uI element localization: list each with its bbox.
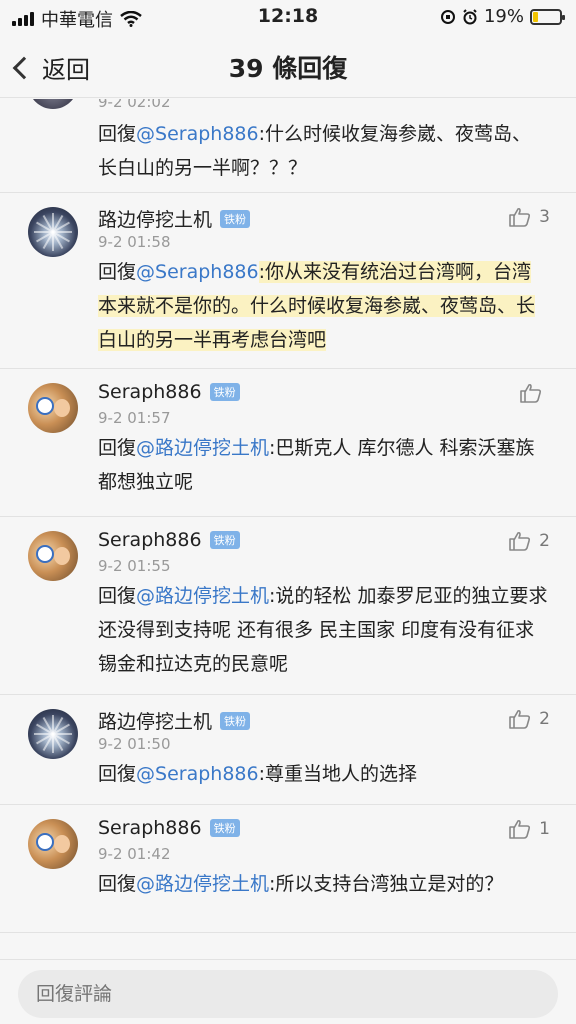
reply-text: 回復@路边停挖土机:巴斯克人 库尔德人 科索沃塞族 都想独立呢 [98, 431, 548, 499]
thumbs-up-icon [509, 709, 531, 729]
fan-badge: 铁粉 [209, 819, 240, 837]
like-count: 3 [539, 207, 550, 227]
reply-input[interactable] [18, 970, 558, 1018]
battery-icon [530, 8, 565, 25]
like-button[interactable]: 3 [509, 207, 550, 227]
list-item[interactable]: Seraph886 铁粉 9-2 01:55 2 回復@路边停挖土机:说的轻松 加泰罗尼… [0, 517, 576, 695]
reply-time: 9-2 01:57 [98, 409, 171, 427]
fan-badge: 铁粉 [220, 209, 251, 228]
username[interactable]: Seraph886 [98, 381, 202, 403]
reply-time: 9-2 01:58 [98, 233, 171, 251]
nav-bar: 返回 39 條回復 [0, 32, 576, 98]
reply-text: 回復@Seraph886:什么时候收复海参崴、夜莺岛、长白山的另一半啊？？？ [98, 117, 548, 185]
reply-content: :所以支持台湾独立是对的？ [269, 873, 504, 895]
list-item[interactable]: 路边停挖土机 铁粉 9-2 01:50 2 回復@Seraph886:尊重当地人的选择 [0, 695, 576, 805]
username[interactable]: Seraph886 [98, 529, 202, 551]
mention-link[interactable]: @路边停挖土机 [136, 873, 269, 895]
avatar[interactable] [28, 531, 78, 581]
like-count: 2 [539, 709, 550, 729]
like-button[interactable] [520, 383, 550, 403]
reply-prefix: 回復 [98, 873, 137, 895]
avatar[interactable] [28, 383, 78, 433]
mention-link[interactable]: @Seraph886 [136, 123, 259, 145]
reply-prefix: 回復 [98, 261, 137, 283]
avatar[interactable] [28, 207, 78, 257]
reply-bar [0, 959, 576, 1024]
fan-badge: 铁粉 [209, 531, 240, 549]
status-bar: 中華電信 12:18 19% [0, 0, 576, 32]
battery-percent: 19% [483, 6, 524, 27]
list-item[interactable]: Seraph886 铁粉 9-2 01:42 1 回復@路边停挖土机:所以支持台湾独立是… [0, 805, 576, 933]
list-item[interactable]: 路边停挖土机 铁粉 9-2 01:58 3 回復@Seraph886:你从来没有统治过台… [0, 193, 576, 369]
like-button[interactable]: 2 [509, 709, 550, 729]
reply-time: 9-2 01:55 [98, 557, 171, 575]
reply-prefix: 回復 [98, 123, 137, 145]
avatar[interactable] [28, 819, 78, 869]
list-item[interactable]: Seraph886 铁粉 9-2 01:57 回復@路边停挖土机:巴斯克人 库尔德人 … [0, 369, 576, 517]
reply-text: 回復@Seraph886:你从来没有统治过台湾啊，台湾本来就不是你的。什么时候收… [98, 255, 548, 357]
mention-link[interactable]: @Seraph886 [136, 763, 259, 785]
fan-badge: 铁粉 [209, 383, 240, 401]
reply-prefix: 回復 [98, 763, 137, 785]
like-button[interactable]: 1 [509, 819, 550, 839]
username[interactable]: Seraph886 [98, 817, 202, 839]
reply-prefix: 回復 [98, 585, 137, 607]
reply-header: 路边停挖土机 铁粉 [98, 707, 251, 734]
screen-lock-icon [440, 9, 455, 24]
thumbs-up-icon [509, 531, 531, 551]
avatar[interactable] [28, 99, 78, 109]
list-item[interactable]: 9-2 02:02 回復@Seraph886:什么时候收复海参崴、夜莺岛、长白山… [0, 99, 576, 193]
mention-link[interactable]: @路边停挖土机 [136, 585, 269, 607]
reply-text: 回復@路边停挖土机:所以支持台湾独立是对的？ [98, 867, 548, 901]
reply-text: 回復@Seraph886:尊重当地人的选择 [98, 757, 548, 791]
status-right: 19% [440, 6, 565, 27]
mention-link[interactable]: @Seraph886 [136, 261, 259, 283]
reply-text: 回復@路边停挖土机:说的轻松 加泰罗尼亚的独立要求还没得到支持呢 还有很多 民主… [98, 579, 548, 681]
avatar[interactable] [28, 709, 78, 759]
thumbs-up-icon [509, 207, 531, 227]
reply-time: 9-2 01:50 [98, 735, 171, 753]
reply-content: :尊重当地人的选择 [258, 763, 417, 785]
username[interactable]: 路边停挖土机 [98, 205, 212, 232]
like-count: 1 [539, 819, 550, 839]
like-button[interactable]: 2 [509, 531, 550, 551]
reply-time: 9-2 02:02 [98, 99, 171, 111]
page-title: 39 條回復 [228, 54, 348, 83]
username[interactable]: 路边停挖土机 [98, 707, 212, 734]
alarm-icon [463, 8, 477, 24]
reply-prefix: 回復 [98, 437, 137, 459]
thumbs-up-icon [509, 819, 531, 839]
like-count: 2 [539, 531, 550, 551]
reply-header: Seraph886 铁粉 [98, 381, 240, 403]
mention-link[interactable]: @路边停挖土机 [136, 437, 269, 459]
thumbs-up-icon [520, 383, 542, 403]
reply-list[interactable]: 9-2 02:02 回復@Seraph886:什么时候收复海参崴、夜莺岛、长白山… [0, 99, 576, 959]
reply-header: Seraph886 铁粉 [98, 817, 240, 839]
reply-header: 路边停挖土机 铁粉 [98, 205, 251, 232]
reply-time: 9-2 01:42 [98, 845, 171, 863]
fan-badge: 铁粉 [220, 711, 251, 730]
reply-header: Seraph886 铁粉 [98, 529, 240, 551]
